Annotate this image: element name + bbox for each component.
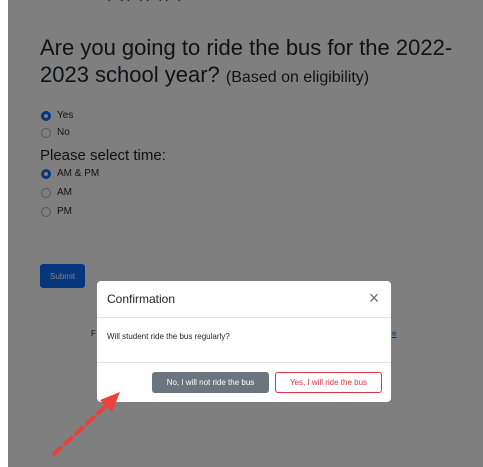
close-icon[interactable]: × bbox=[365, 289, 383, 307]
modal-title: Confirmation bbox=[107, 292, 176, 306]
modal-footer: No, I will not ride the bus Yes, I will … bbox=[97, 362, 391, 402]
modal-body-text: Will student ride the bus regularly? bbox=[107, 332, 230, 341]
no-will-not-ride-button[interactable]: No, I will not ride the bus bbox=[152, 372, 269, 393]
screenshot-frame: ⌒ ⌒ ⌒ ⌒ Are you going to ride the bus fo… bbox=[0, 0, 483, 467]
arrow-icon bbox=[52, 392, 120, 456]
modal-header: Confirmation × bbox=[97, 281, 391, 318]
confirmation-modal: Confirmation × Will student ride the bus… bbox=[97, 281, 391, 402]
yes-will-ride-button[interactable]: Yes, I will ride the bus bbox=[275, 372, 382, 393]
